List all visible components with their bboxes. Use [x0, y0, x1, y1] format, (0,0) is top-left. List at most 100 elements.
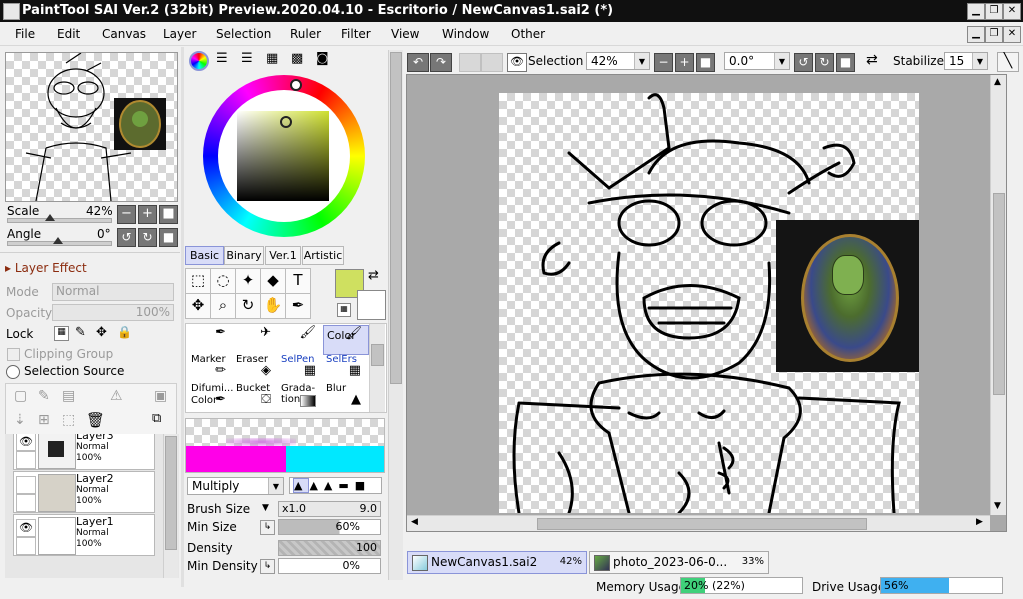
canvas-hscrollbar[interactable]: ◀ ▶: [407, 515, 990, 531]
lock-paint-icon[interactable]: ✎: [75, 325, 86, 340]
layer-list-scroll-thumb[interactable]: [165, 436, 177, 550]
new-folder-icon[interactable]: ▤: [62, 388, 75, 404]
tab-binary[interactable]: Binary: [224, 246, 264, 265]
zoom-in-button[interactable]: +: [138, 205, 157, 224]
rotation-select[interactable]: 0.0° ▼: [724, 52, 790, 70]
tool-panel-scrollbar[interactable]: [388, 50, 403, 580]
transfer-down-icon[interactable]: ⇣: [14, 412, 26, 428]
tab-ver1[interactable]: Ver.1: [265, 246, 301, 265]
color-wheel[interactable]: [203, 75, 365, 237]
canvas-hscroll-thumb[interactable]: [537, 518, 867, 530]
hue-picker-ring[interactable]: [290, 79, 302, 91]
brush-shape-selector[interactable]: ▲▲▲▬■: [289, 477, 382, 494]
hsv-slider-mode-icon[interactable]: ☰: [241, 51, 253, 66]
magic-wand-icon[interactable]: ✦: [235, 268, 261, 294]
toolbar-rotate-right-button[interactable]: ↻: [815, 53, 834, 72]
brush-bucket[interactable]: Bucket ⛋: [233, 383, 277, 411]
mode-select[interactable]: Normal: [52, 283, 174, 301]
hand-tool-icon[interactable]: ✋: [260, 293, 286, 319]
menu-filter[interactable]: Filter: [341, 27, 371, 41]
brush-eraser[interactable]: Eraser ◈: [233, 354, 277, 382]
swap-colors-icon[interactable]: ⇄: [368, 268, 379, 283]
brush-selers[interactable]: SelErs ▦: [323, 354, 367, 382]
scroll-down-icon[interactable]: ▼: [994, 501, 1001, 511]
straight-line-toggle-icon[interactable]: ╲: [997, 52, 1019, 72]
zoom-out-button[interactable]: −: [117, 205, 136, 224]
brush-selpen[interactable]: SelPen ▦: [278, 354, 322, 382]
selection-view-toggle[interactable]: 👁: [507, 53, 527, 72]
new-layer-icon[interactable]: ▢: [14, 388, 27, 404]
doc-tab-photo[interactable]: photo_2023-06-0... 33%: [589, 551, 769, 574]
brush-pen[interactable]: ✒: [188, 325, 232, 353]
maximize-button[interactable]: ❐: [985, 3, 1003, 20]
min-size-slider[interactable]: 60%: [278, 519, 381, 535]
angle-slider-handle[interactable]: [53, 237, 63, 244]
close-button[interactable]: ✕: [1003, 3, 1021, 20]
scale-slider[interactable]: [7, 218, 112, 223]
transparent-color-icon[interactable]: ▦: [337, 303, 351, 317]
panel-divider[interactable]: [0, 252, 180, 259]
canvas-viewport[interactable]: ◀ ▶ ▲ ▼: [406, 74, 1007, 532]
toolbar-zoom-reset-button[interactable]: ■: [696, 53, 715, 72]
tool-panel-scroll-thumb[interactable]: [390, 52, 402, 384]
canvas-vscrollbar[interactable]: ▲ ▼: [990, 75, 1006, 515]
layer1-visibility-toggle[interactable]: 👁: [16, 519, 36, 537]
minimize-button[interactable]: ▁: [967, 3, 985, 20]
menu-canvas[interactable]: Canvas: [102, 27, 146, 41]
menu-window[interactable]: Window: [442, 27, 489, 41]
layer-item-layer2[interactable]: Layer2 Normal 100%: [13, 471, 155, 513]
rotate-reset-button[interactable]: ■: [159, 228, 178, 247]
scroll-up-icon[interactable]: ▲: [994, 77, 1001, 87]
secondary-color-swatch[interactable]: [357, 290, 386, 320]
scale-slider-handle[interactable]: [45, 214, 55, 221]
min-density-pressure-icon[interactable]: ↳: [260, 559, 275, 574]
brush-palette-scrollbar[interactable]: [369, 324, 385, 412]
brush-difumi[interactable]: Difumi... Color ✒: [188, 383, 233, 411]
canvas-vscroll-thumb[interactable]: [993, 193, 1005, 395]
brush-gradation[interactable]: Grada- tion: [278, 383, 322, 411]
color-mixer-scratchpad[interactable]: [185, 418, 385, 473]
delete-layer-icon[interactable]: 🗑: [86, 411, 105, 429]
lock-move-icon[interactable]: ✥: [96, 325, 107, 340]
color-wheel-mode-icon[interactable]: [189, 51, 209, 71]
tab-basic[interactable]: Basic: [185, 246, 224, 265]
brush-palette-scroll-thumb[interactable]: [371, 344, 384, 366]
layer-item-layer3[interactable]: 👁 Layer3 Normal 100%: [13, 434, 155, 470]
brush-marker[interactable]: Marker ✏: [188, 354, 232, 382]
text-tool-icon[interactable]: T: [285, 268, 311, 294]
density-slider[interactable]: 100: [278, 540, 381, 556]
eyedropper-icon[interactable]: ✒: [285, 293, 311, 319]
lock-all-icon[interactable]: 🔒: [117, 325, 132, 339]
canvas[interactable]: [499, 93, 919, 513]
menu-selection[interactable]: Selection: [216, 27, 271, 41]
layer-item-layer1[interactable]: 👁 Layer1 Normal 100%: [13, 514, 155, 556]
deselect-button[interactable]: [459, 53, 481, 72]
layer3-visibility-toggle[interactable]: 👁: [16, 434, 36, 451]
menu-file[interactable]: File: [15, 27, 35, 41]
sv-picker-ring[interactable]: [280, 116, 292, 128]
selection-source-radio[interactable]: [6, 365, 20, 379]
toolbar-zoom-out-button[interactable]: −: [654, 53, 673, 72]
brush-size-slider[interactable]: x1.0 9.0: [278, 501, 381, 517]
navigator-preview[interactable]: [5, 52, 178, 202]
clipping-group-checkbox[interactable]: [7, 348, 20, 361]
menu-view[interactable]: View: [391, 27, 419, 41]
layer3-select-box[interactable]: [16, 451, 36, 469]
lock-transparency-icon[interactable]: ▦: [54, 326, 69, 341]
min-density-slider[interactable]: 0%: [278, 558, 381, 574]
redo-button[interactable]: ↷: [430, 53, 452, 72]
doc-minimize-button[interactable]: ▁: [967, 26, 985, 43]
lasso-select-icon[interactable]: ◌: [210, 268, 236, 294]
zoom-reset-button[interactable]: ■: [159, 205, 178, 224]
menu-ruler[interactable]: Ruler: [290, 27, 321, 41]
rgb-slider-mode-icon[interactable]: ☰: [216, 51, 228, 66]
flip-horizontal-icon[interactable]: ⇄: [866, 52, 878, 68]
brush-color-selected[interactable]: 🖌 Color: [323, 325, 369, 355]
opacity-slider[interactable]: 100%: [52, 304, 174, 321]
rotate-left-button[interactable]: ↺: [117, 228, 136, 247]
rect-select-icon[interactable]: ⬚: [185, 268, 211, 294]
brush-airbrush[interactable]: ✈: [233, 325, 277, 353]
palette-mode-icon[interactable]: ▩: [291, 51, 303, 66]
undo-button[interactable]: ↶: [407, 53, 429, 72]
menu-layer[interactable]: Layer: [163, 27, 196, 41]
